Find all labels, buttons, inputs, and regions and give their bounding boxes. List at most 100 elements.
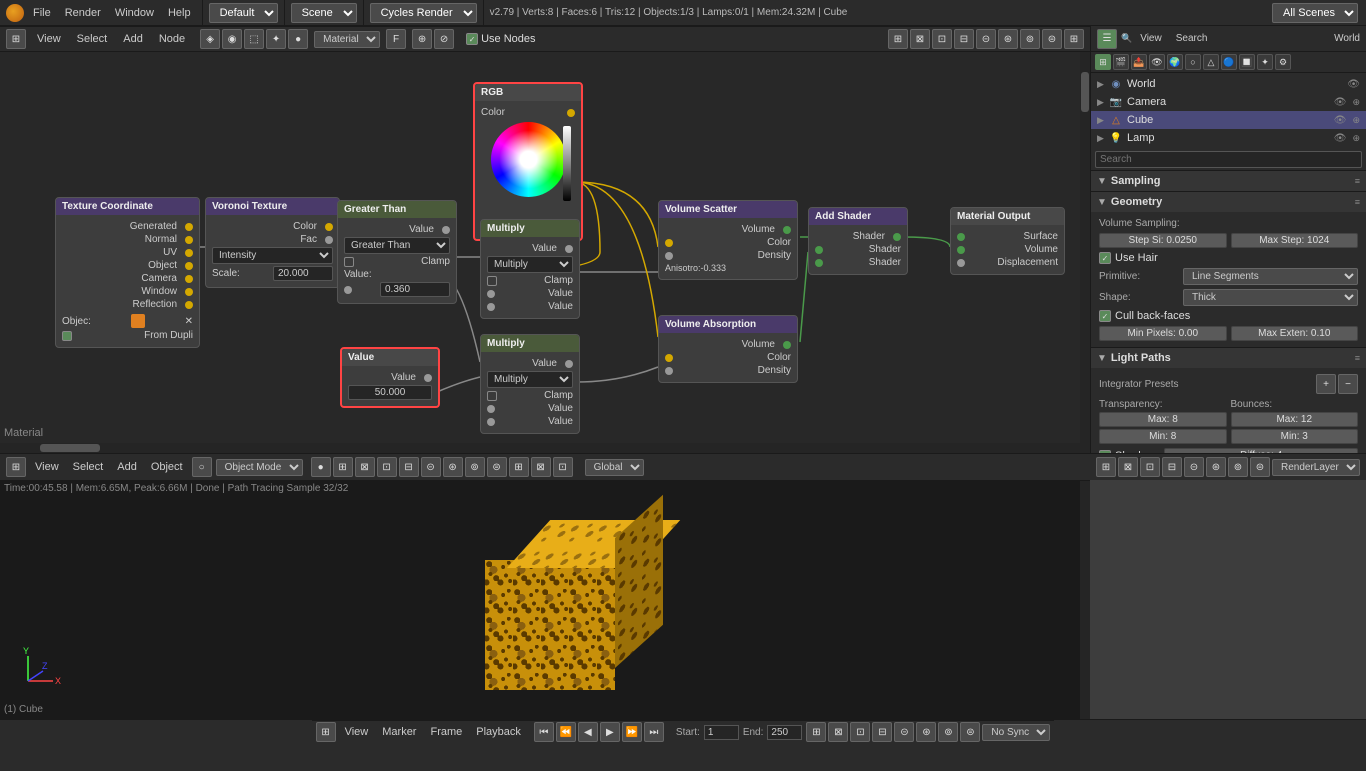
tl-btn1[interactable]: ⏮ <box>534 722 554 742</box>
ne-extra7[interactable]: ⊚ <box>1020 29 1040 49</box>
m2-val2[interactable] <box>487 418 495 426</box>
as-in2[interactable] <box>815 259 823 267</box>
vp-view[interactable]: View <box>30 461 64 473</box>
vp-add[interactable]: Add <box>112 461 142 473</box>
node-greater-than[interactable]: Greater Than Value Greater Than <box>337 200 457 304</box>
gt-type-select[interactable]: Greater Than <box>344 237 450 254</box>
vp-extra3[interactable]: ⊡ <box>1140 457 1160 477</box>
menu-window[interactable]: Window <box>110 7 159 19</box>
eye-world[interactable]: 👁 <box>1347 79 1360 90</box>
node-voronoi[interactable]: Voronoi Texture Color Fac Intensity <box>205 197 340 288</box>
tl-extra6[interactable]: ⊛ <box>916 722 936 742</box>
vp-btn1[interactable]: ● <box>311 457 331 477</box>
tc-uv-socket[interactable] <box>185 249 193 257</box>
tl-icon[interactable]: ⊞ <box>316 722 336 742</box>
tree-item-camera[interactable]: ▶ 📷 Camera 👁 ⊕ <box>1091 93 1366 111</box>
tc-camera-socket[interactable] <box>185 275 193 283</box>
tc-reflection-socket[interactable] <box>185 301 193 309</box>
shadows-check[interactable]: ✓ <box>1099 450 1111 454</box>
vp-btn8[interactable]: ⊚ <box>465 457 485 477</box>
node-multiply-1[interactable]: Multiply Value Multiply <box>480 219 580 319</box>
menu-file[interactable]: File <box>28 7 56 19</box>
vp-btn12[interactable]: ⊡ <box>553 457 573 477</box>
ne-extra5[interactable]: ⊝ <box>976 29 996 49</box>
3d-viewport[interactable]: Time:00:45.58 | Mem:6.65M, Peak:6.66M | … <box>0 480 1090 719</box>
as-output[interactable] <box>893 233 901 241</box>
rp-icon-mesh[interactable]: △ <box>1203 54 1219 70</box>
eye-camera[interactable]: 👁 <box>1334 97 1347 108</box>
ne-mode-btn4[interactable]: ✦ <box>266 29 286 49</box>
value-input-field[interactable]: 50.000 <box>348 385 432 400</box>
rp-search[interactable]: 🔍 <box>1121 33 1132 44</box>
menu-help[interactable]: Help <box>163 7 196 19</box>
node-multiply-2[interactable]: Multiply Value Multiply <box>480 334 580 434</box>
rp-icon-scene[interactable]: ⊞ <box>1095 54 1111 70</box>
geometry-header[interactable]: ▼ Geometry ≡ <box>1091 192 1366 212</box>
mo-surface-in[interactable] <box>957 233 965 241</box>
vs-color-in[interactable] <box>665 239 673 247</box>
vp-btn9[interactable]: ⊜ <box>487 457 507 477</box>
node-value[interactable]: Value Value 50.000 <box>340 347 440 408</box>
m1-clamp[interactable] <box>487 276 497 286</box>
tree-item-world[interactable]: ▶ ◉ World 👁 <box>1091 75 1366 93</box>
vp-mode-select[interactable]: Object Mode <box>216 459 303 476</box>
rp-icon-part[interactable]: ✦ <box>1257 54 1273 70</box>
tc-window-socket[interactable] <box>185 288 193 296</box>
sampling-header[interactable]: ▼ Sampling ≡ <box>1091 171 1366 191</box>
tl-extra2[interactable]: ⊠ <box>828 722 848 742</box>
rp-icon-phys[interactable]: ⚙ <box>1275 54 1291 70</box>
value-output-socket[interactable] <box>424 374 432 382</box>
ne-mode-btn2[interactable]: ◉ <box>222 29 242 49</box>
vp-extra7[interactable]: ⊚ <box>1228 457 1248 477</box>
vp-extra6[interactable]: ⊛ <box>1206 457 1226 477</box>
tc-x-btn[interactable]: ✕ <box>185 316 193 327</box>
light-paths-header[interactable]: ▼ Light Paths ≡ <box>1091 348 1366 368</box>
tree-item-lamp[interactable]: ▶ 💡 Lamp 👁 ⊕ <box>1091 129 1366 147</box>
use-nodes-check[interactable]: ✓ <box>466 33 478 45</box>
geometry-menu[interactable]: ≡ <box>1355 197 1360 207</box>
scene-select[interactable]: Scene <box>291 3 357 23</box>
vp-btn2[interactable]: ⊞ <box>333 457 353 477</box>
ip-add[interactable]: + <box>1316 374 1336 394</box>
rp-icon-scene2[interactable]: 🌍 <box>1167 54 1183 70</box>
va-output[interactable] <box>783 341 791 349</box>
min-pixels-field[interactable]: Min Pixels: 0.00 <box>1099 326 1227 341</box>
voronoi-scale-input[interactable]: 20.000 <box>273 266 333 281</box>
rp-icon-view[interactable]: 👁 <box>1149 54 1165 70</box>
vp-btn10[interactable]: ⊞ <box>509 457 529 477</box>
node-canvas-scrollbar-v[interactable] <box>1080 52 1090 453</box>
vp-obj-icon[interactable]: ○ <box>192 457 212 477</box>
ne-mode-btn1[interactable]: ◈ <box>200 29 220 49</box>
tl-start-input[interactable]: 1 <box>704 725 739 740</box>
cull-backfaces-check[interactable]: ✓ <box>1099 310 1111 322</box>
ip-remove[interactable]: − <box>1338 374 1358 394</box>
node-add-shader[interactable]: Add Shader Shader Shader Shader <box>808 207 908 275</box>
ne-nav1[interactable]: ⊕ <box>412 29 432 49</box>
voronoi-color-socket[interactable] <box>325 223 333 231</box>
node-material-output[interactable]: Material Output Surface Volume Displa <box>950 207 1065 275</box>
tl-btn2[interactable]: ⏪ <box>556 722 576 742</box>
vp-btn4[interactable]: ⊡ <box>377 457 397 477</box>
use-hair-check[interactable]: ✓ <box>1099 252 1111 264</box>
ne-material-select[interactable]: Material <box>314 31 380 48</box>
eye-cube[interactable]: 👁 <box>1334 115 1347 126</box>
tl-extra1[interactable]: ⊞ <box>806 722 826 742</box>
ne-extra4[interactable]: ⊟ <box>954 29 974 49</box>
vp-global-select[interactable]: Global <box>585 459 644 476</box>
vp-object[interactable]: Object <box>146 461 188 473</box>
tc-from-dupli-check[interactable] <box>62 331 72 341</box>
ne-extra3[interactable]: ⊡ <box>932 29 952 49</box>
sampling-menu[interactable]: ≡ <box>1355 176 1360 186</box>
tc-object-socket[interactable] <box>185 262 193 270</box>
va-color-in[interactable] <box>665 354 673 362</box>
tl-btn3[interactable]: ◀ <box>578 722 598 742</box>
m1-output[interactable] <box>565 245 573 253</box>
rp-icon-render[interactable]: 🎬 <box>1113 54 1129 70</box>
tl-btn5[interactable]: ⏩ <box>622 722 642 742</box>
tl-playback[interactable]: Playback <box>471 726 526 738</box>
ne-nav2[interactable]: ⊘ <box>434 29 454 49</box>
rgb-output-socket[interactable] <box>567 109 575 117</box>
vp-extra1[interactable]: ⊞ <box>1096 457 1116 477</box>
bounce-max-field[interactable]: Max: 12 <box>1231 412 1359 427</box>
ne-add[interactable]: Add <box>118 33 148 45</box>
